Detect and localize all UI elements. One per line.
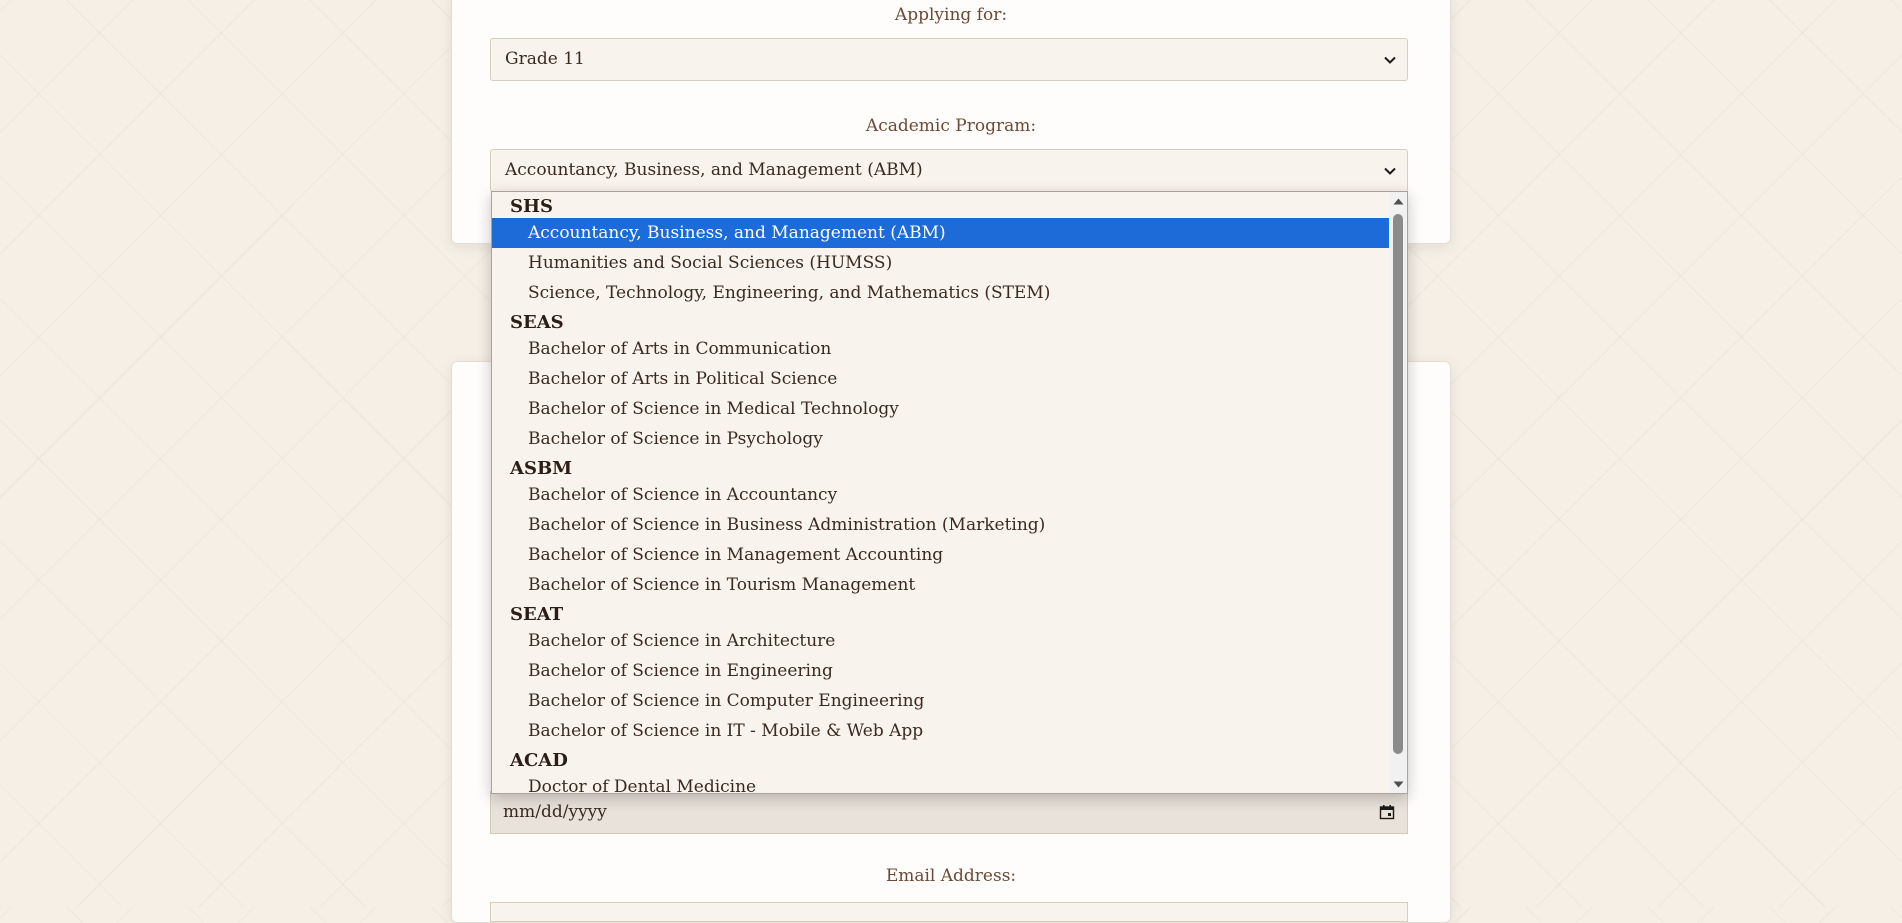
dropdown-option[interactable]: Bachelor of Arts in Political Science [492,364,1389,394]
academic-program-dropdown[interactable]: SHS Accountancy, Business, and Management… [491,191,1408,794]
email-input[interactable] [490,902,1408,922]
dropdown-option[interactable]: Humanities and Social Sciences (HUMSS) [492,248,1389,278]
optgroup-label: SHS [510,196,554,217]
birthdate-placeholder: mm/dd/yyyy [503,802,607,822]
scroll-up-arrow-icon[interactable] [1390,193,1407,209]
email-label: Email Address: [885,866,1017,886]
scroll-down-arrow-icon[interactable] [1390,776,1407,792]
applying-for-label: Applying for: [894,5,1008,25]
dropdown-option[interactable]: Bachelor of Science in Psychology [492,424,1389,454]
applying-for-select[interactable]: Grade 11 [490,38,1408,81]
dropdown-option[interactable]: Bachelor of Science in Architecture [492,626,1389,656]
dropdown-option[interactable]: Doctor of Dental Medicine [492,772,1389,793]
birthdate-input[interactable]: mm/dd/yyyy [490,791,1408,834]
applying-for-value: Grade 11 [505,49,585,69]
dropdown-option[interactable]: Bachelor of Science in Accountancy [492,480,1389,510]
optgroup-label: ACAD [510,750,568,771]
dropdown-option[interactable]: Bachelor of Arts in Communication [492,334,1389,364]
dropdown-option[interactable]: Bachelor of Science in Engineering [492,656,1389,686]
optgroup-label: SEAS [510,312,564,333]
academic-program-value: Accountancy, Business, and Management (A… [505,160,923,180]
dropdown-option[interactable]: Bachelor of Science in Computer Engineer… [492,686,1389,716]
calendar-icon[interactable] [1379,804,1395,820]
scrollbar-thumb[interactable] [1393,214,1403,754]
dropdown-option[interactable]: Accountancy, Business, and Management (A… [492,218,1389,248]
dropdown-scrollbar[interactable] [1390,192,1407,793]
optgroup-label: SEAT [510,604,564,625]
chevron-down-icon [1383,39,1397,80]
dropdown-options-list: SHS Accountancy, Business, and Management… [492,192,1389,793]
chevron-down-icon [1383,150,1397,191]
dropdown-option[interactable]: Bachelor of Science in Medical Technolog… [492,394,1389,424]
dropdown-option[interactable]: Science, Technology, Engineering, and Ma… [492,278,1389,308]
academic-program-select[interactable]: Accountancy, Business, and Management (A… [490,149,1408,192]
academic-program-label: Academic Program: [865,116,1037,136]
optgroup-label: ASBM [510,458,573,479]
dropdown-option[interactable]: Bachelor of Science in Management Accoun… [492,540,1389,570]
dropdown-option[interactable]: Bachelor of Science in Tourism Managemen… [492,570,1389,600]
dropdown-option[interactable]: Bachelor of Science in IT - Mobile & Web… [492,716,1389,746]
dropdown-option[interactable]: Bachelor of Science in Business Administ… [492,510,1389,540]
